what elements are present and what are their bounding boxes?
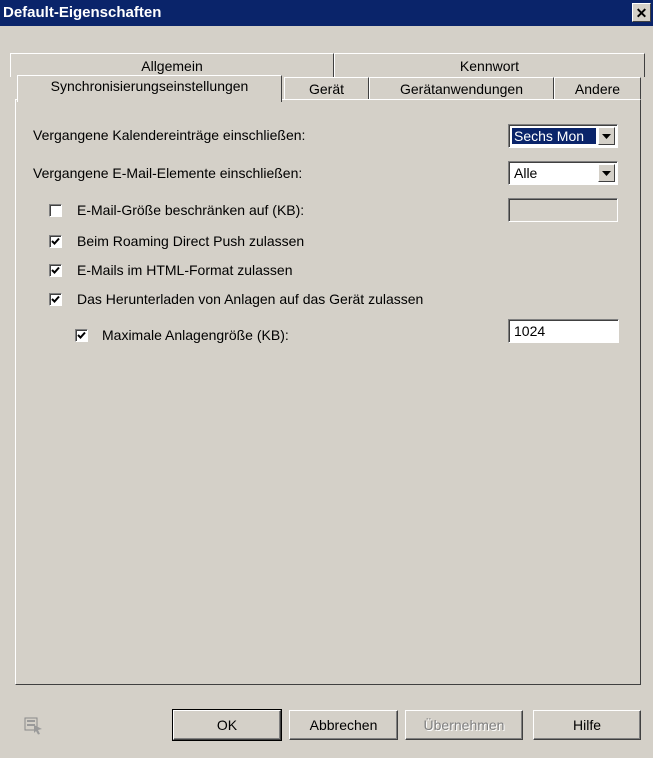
window-title: Default-Eigenschaften bbox=[3, 4, 162, 21]
help-button[interactable]: Hilfe bbox=[533, 710, 641, 740]
context-help-icon[interactable] bbox=[24, 715, 44, 735]
email-dropdown[interactable]: Alle bbox=[508, 161, 618, 185]
check-icon bbox=[77, 331, 86, 339]
cancel-button[interactable]: Abbrechen bbox=[289, 710, 398, 740]
tab-label: Gerätanwendungen bbox=[400, 80, 523, 97]
tab-geraetanwendungen[interactable]: Gerätanwendungen bbox=[369, 77, 554, 99]
email-value: Alle bbox=[514, 165, 538, 181]
calendar-label: Vergangene Kalendereinträge einschließen… bbox=[33, 127, 306, 143]
chevron-down-icon[interactable] bbox=[598, 127, 615, 145]
tab-label: Gerät bbox=[308, 80, 344, 97]
tab-andere[interactable]: Andere bbox=[554, 77, 641, 99]
apply-label: Übernehmen bbox=[423, 717, 505, 733]
max-attachment-field[interactable]: 1024 bbox=[508, 319, 619, 343]
roaming-label: Beim Roaming Direct Push zulassen bbox=[77, 233, 305, 249]
calendar-value: Sechs Mon bbox=[512, 128, 596, 144]
tab-allgemein[interactable]: Allgemein bbox=[10, 53, 334, 77]
tab-label: Andere bbox=[574, 80, 621, 97]
tab-panel-synchronisierung bbox=[15, 99, 641, 685]
help-label: Hilfe bbox=[572, 717, 601, 733]
check-icon bbox=[51, 295, 60, 303]
email-label: Vergangene E-Mail-Elemente einschließen: bbox=[33, 165, 303, 181]
calendar-dropdown[interactable]: Sechs Mon bbox=[508, 124, 618, 148]
check-icon bbox=[51, 266, 60, 274]
ok-button[interactable]: OK bbox=[172, 709, 282, 741]
tab-label: Allgemein bbox=[141, 57, 203, 74]
cancel-label: Abbrechen bbox=[309, 717, 378, 733]
tab-kennwort[interactable]: Kennwort bbox=[334, 53, 645, 77]
max-attachment-checkbox[interactable] bbox=[75, 329, 88, 342]
chevron-down-icon[interactable] bbox=[598, 164, 615, 182]
size-limit-field[interactable] bbox=[508, 198, 618, 222]
close-button[interactable]: ✕ bbox=[632, 3, 651, 22]
tab-geraet[interactable]: Gerät bbox=[284, 77, 369, 99]
tab-label: Synchronisierungseinstellungen bbox=[50, 78, 249, 94]
html-format-checkbox[interactable] bbox=[49, 264, 62, 277]
title-bar: Default-Eigenschaften ✕ bbox=[0, 0, 653, 26]
roaming-checkbox[interactable] bbox=[49, 235, 62, 248]
apply-button[interactable]: Übernehmen bbox=[405, 710, 523, 740]
tab-synchronisierungseinstellungen[interactable]: Synchronisierungseinstellungen bbox=[17, 75, 282, 102]
tab-label: Kennwort bbox=[459, 57, 520, 74]
close-icon: ✕ bbox=[635, 4, 648, 21]
ok-label: OK bbox=[216, 717, 238, 733]
size-limit-label: E-Mail-Größe beschränken auf (KB): bbox=[77, 202, 305, 218]
attachments-label: Das Herunterladen von Anlagen auf das Ge… bbox=[77, 291, 424, 307]
size-limit-checkbox[interactable] bbox=[49, 204, 62, 217]
attachments-checkbox[interactable] bbox=[49, 293, 62, 306]
check-icon bbox=[51, 237, 60, 245]
max-attachment-label: Maximale Anlagengröße (KB): bbox=[102, 327, 289, 343]
html-format-label: E-Mails im HTML-Format zulassen bbox=[77, 262, 293, 278]
